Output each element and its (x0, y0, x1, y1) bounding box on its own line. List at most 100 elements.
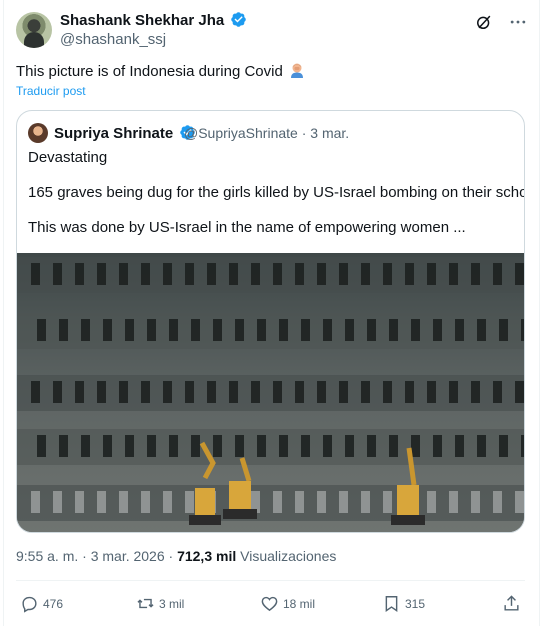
grave-pit (53, 381, 62, 403)
quoted-date[interactable]: · 3 mar. (302, 125, 349, 141)
header-actions (474, 12, 528, 32)
quoted-author-name[interactable]: Supriya Shrinate (54, 125, 173, 142)
grave-pit (273, 263, 282, 285)
grave-pit (257, 319, 266, 341)
bookmark-icon (385, 596, 398, 612)
quoted-text-line: This was done by US-Israel in the name o… (28, 219, 466, 236)
grave-pit (493, 381, 502, 403)
share-icon (504, 595, 519, 611)
grave-pit (31, 491, 40, 513)
grave-pit (257, 435, 266, 457)
grave-pit (75, 381, 84, 403)
grave-pit (31, 381, 40, 403)
reply-count: 476 (43, 596, 64, 611)
grave-pit (103, 435, 112, 457)
quoted-author-handle[interactable]: @SupriyaShrinate (184, 125, 298, 141)
grave-pit (103, 319, 112, 341)
share-button[interactable] (502, 594, 521, 613)
man-facepalming-emoji (290, 63, 303, 78)
grave-pit (53, 263, 62, 285)
grave-pit (383, 381, 392, 403)
grave-pit (427, 491, 436, 513)
grave-pit (213, 319, 222, 341)
grave-pit (471, 263, 480, 285)
grave-pit (125, 319, 134, 341)
author-handle[interactable]: @shashank_ssj (60, 31, 166, 48)
grave-pit (279, 435, 288, 457)
like-icon (261, 596, 278, 612)
grave-pit (433, 319, 442, 341)
aerial-graves-photo[interactable] (17, 253, 524, 532)
grave-pit (515, 263, 524, 285)
grave-pit (125, 435, 134, 457)
post-timestamp: 9:55 a. m. · 3 mar. 2026 · 712,3 mil Vis… (16, 548, 336, 564)
grave-pit (191, 319, 200, 341)
grave-pit (31, 263, 40, 285)
grave-pit (317, 381, 326, 403)
reply-icon (22, 596, 37, 613)
grave-pit (251, 263, 260, 285)
grave-pit (273, 381, 282, 403)
grave-pit (493, 491, 502, 513)
quoted-text-line: 165 graves being dug for the girls kille… (28, 184, 525, 201)
grave-pit (521, 435, 524, 457)
grave-pit (97, 263, 106, 285)
grave-pit (515, 491, 524, 513)
grave-pit (295, 491, 304, 513)
grave-pit (251, 381, 260, 403)
aerial-graves-illustration (17, 253, 524, 532)
bookmark-count: 315 (405, 596, 426, 611)
grave-pit (147, 319, 156, 341)
grave-pit (191, 435, 200, 457)
views-count: 712,3 mil (177, 548, 237, 564)
timestamp-text[interactable]: 9:55 a. m. · 3 mar. 2026 · (16, 548, 177, 564)
like-button[interactable]: 18 mil (260, 594, 315, 613)
grave-pit (119, 263, 128, 285)
quoted-author-name-row[interactable]: Supriya Shrinate (54, 124, 196, 142)
views-label: Visualizaciones (236, 548, 337, 564)
grave-pit (213, 435, 222, 457)
grave-pit (273, 491, 282, 513)
author-avatar[interactable] (16, 12, 52, 48)
author-name[interactable]: Shashank Shekhar Jha (60, 12, 224, 29)
quoted-text-line: Devastating (28, 149, 108, 166)
grave-pit (477, 319, 486, 341)
reply-button[interactable]: 476 (20, 594, 63, 613)
grave-pit (185, 491, 194, 513)
grave-pit (301, 319, 310, 341)
grave-pit (339, 263, 348, 285)
more-icon[interactable] (508, 12, 528, 32)
grave-pit (59, 319, 68, 341)
grave-pit (367, 435, 376, 457)
author-name-row[interactable]: Shashank Shekhar Jha (60, 11, 247, 29)
grave-pit (449, 263, 458, 285)
grave-pit (499, 319, 508, 341)
divider (16, 580, 525, 581)
grave-pit (433, 435, 442, 457)
grave-pit (471, 381, 480, 403)
grave-pit (339, 381, 348, 403)
grave-pit (515, 381, 524, 403)
bookmark-button[interactable]: 315 (382, 594, 425, 613)
grave-pit (235, 319, 244, 341)
grok-icon[interactable] (474, 12, 494, 32)
grave-pit (229, 263, 238, 285)
repost-count: 3 mil (159, 596, 185, 611)
grave-pit (169, 319, 178, 341)
grave-pit (97, 491, 106, 513)
grave-pit (405, 263, 414, 285)
grave-pit (493, 263, 502, 285)
grave-pit (163, 491, 172, 513)
translate-link[interactable]: Traducir post (16, 84, 86, 98)
quoted-post[interactable]: Supriya Shrinate @SupriyaShrinate · 3 ma… (16, 110, 525, 533)
post-text-content: This picture is of Indonesia during Covi… (16, 63, 283, 80)
verified-icon (231, 12, 247, 27)
grave-pit (471, 491, 480, 513)
grave-pit (317, 491, 326, 513)
repost-button[interactable]: 3 mil (136, 594, 184, 613)
quoted-author-avatar[interactable] (28, 123, 48, 143)
grave-pit (301, 435, 310, 457)
grave-pit (383, 263, 392, 285)
grave-pit (97, 381, 106, 403)
grave-pit (207, 381, 216, 403)
